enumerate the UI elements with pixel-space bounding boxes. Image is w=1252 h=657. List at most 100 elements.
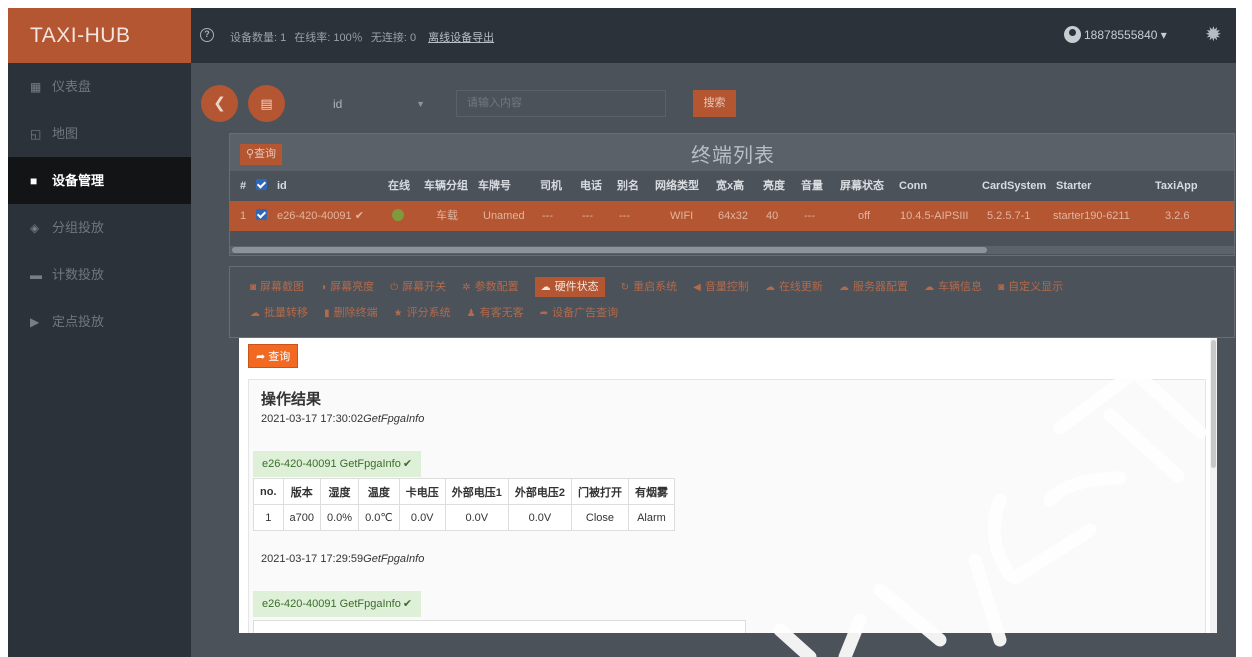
action-label: 屏幕亮度 <box>330 281 375 293</box>
scrollbar-thumb[interactable] <box>1211 340 1216 468</box>
column-header-driver[interactable]: 司机 <box>540 171 562 201</box>
server-icon: ☁ <box>839 282 849 293</box>
cell-resolution: 64x32 <box>718 210 748 222</box>
rating-system-button[interactable]: ★ 评分系统 <box>394 303 451 323</box>
search-button[interactable]: 搜索 <box>693 90 736 117</box>
sidebar-item-label: 定点投放 <box>52 314 105 329</box>
terminal-list-title: 终端列表 <box>691 145 775 167</box>
play-icon: ▶ <box>30 315 40 329</box>
gear-icon[interactable]: ✹ <box>1205 22 1222 47</box>
group-icon: ◈ <box>30 221 40 235</box>
device-ad-query-button[interactable]: ➦ 设备广告查询 <box>540 303 618 323</box>
cell-humidity: 0.0% <box>319 504 360 531</box>
sidebar: ▦ 仪表盘 ◱ 地图 ■ 设备管理 ◈ 分组投放 ▬ 计数投放 ▶ 定点投放 <box>8 63 191 657</box>
vertical-scrollbar[interactable] <box>1210 338 1217 633</box>
sidebar-item-fixed-point-delivery[interactable]: ▶ 定点投放 <box>8 298 191 345</box>
cell-phone: --- <box>582 210 593 222</box>
main-content: ❮ ▤ id ▼ 请输入内容 搜索 ⚲查询 终端列表 # id 在线 车辆分组 … <box>191 63 1236 657</box>
column-header-plate[interactable]: 车牌号 <box>478 171 511 201</box>
search-input[interactable]: 请输入内容 <box>456 90 666 117</box>
column-header-vehicle-group[interactable]: 车辆分组 <box>424 171 468 201</box>
volume-control-button[interactable]: ◀ 音量控制 <box>693 277 749 297</box>
screenshot-button[interactable]: ◙ 屏幕截图 <box>250 277 304 297</box>
help-icon[interactable]: ? <box>200 28 214 42</box>
table-row[interactable]: 1 e26-420-40091 ✔ 车载 Unamed --- --- --- … <box>230 201 1234 231</box>
result-timestamp: 2021-03-17 17:30:02GetFpgaInfo <box>261 413 424 425</box>
sidebar-item-label: 分组投放 <box>52 220 105 235</box>
timestamp-command: GetFpgaInfo <box>363 413 425 425</box>
cell-id[interactable]: e26-420-40091 ✔ <box>277 201 364 231</box>
vehicle-info-icon: ☁ <box>924 282 935 293</box>
cell-door-opened: Close <box>570 504 629 531</box>
column-header-screen-status[interactable]: 屏幕状态 <box>840 171 884 201</box>
cell-plate: Unamed <box>483 210 525 222</box>
delete-terminal-button[interactable]: ▮ 删除终端 <box>324 303 378 323</box>
column-header-cardsystem[interactable]: CardSystem <box>982 171 1046 201</box>
batch-transfer-button[interactable]: ☁ 批量转移 <box>250 303 308 323</box>
column-header-volume[interactable]: 音量 <box>801 171 823 201</box>
column-header-conn[interactable]: Conn <box>899 171 927 201</box>
share-icon: ➦ <box>256 351 266 363</box>
column-header-taxiapp[interactable]: TaxiApp <box>1155 171 1198 201</box>
column-header-humidity: 湿度 <box>319 478 360 505</box>
sidebar-item-label: 仪表盘 <box>52 79 92 94</box>
column-header-resolution[interactable]: 宽x高 <box>716 171 744 201</box>
action-label: 批量转移 <box>264 307 308 319</box>
reboot-system-button[interactable]: ↻ 重启系统 <box>621 277 677 297</box>
custom-display-button[interactable]: ◙ 自定义显示 <box>998 277 1063 297</box>
scrollbar-thumb[interactable] <box>232 247 987 253</box>
result-title: 操作结果 <box>261 391 322 408</box>
sidebar-item-dashboard[interactable]: ▦ 仪表盘 <box>8 63 191 110</box>
screen-power-button[interactable]: ⏻ 屏幕开关 <box>390 277 446 297</box>
row-checkbox[interactable] <box>256 201 267 231</box>
cloud-icon: ☁ <box>540 282 551 293</box>
check-icon: ✔ <box>402 458 413 470</box>
sidebar-item-map[interactable]: ◱ 地图 <box>8 110 191 157</box>
search-field-select[interactable]: id ▼ <box>323 91 435 117</box>
app-title[interactable]: TAXI-HUB <box>8 8 191 63</box>
param-config-button[interactable]: ✲ 参数配置 <box>462 277 518 297</box>
column-header-brightness[interactable]: 亮度 <box>763 171 785 201</box>
user-menu[interactable]: 18878555840 ▾ <box>1064 26 1167 43</box>
count-icon: ▬ <box>30 268 42 282</box>
terminal-table-header: # id 在线 车辆分组 车牌号 司机 电话 别名 网络类型 宽x高 亮度 音量… <box>230 171 1234 201</box>
vehicle-info-button[interactable]: ☁ 车辆信息 <box>924 277 982 297</box>
cell-temperature: 0.0℃ <box>358 504 400 531</box>
cell-alias: --- <box>619 210 630 222</box>
column-header-phone[interactable]: 电话 <box>580 171 602 201</box>
camera-icon: ◙ <box>250 282 257 293</box>
timestamp-command: GetFpgaInfo <box>363 553 425 565</box>
check-icon: ✔ <box>354 210 364 222</box>
horizontal-scrollbar[interactable] <box>230 246 1234 254</box>
select-all-checkbox[interactable] <box>256 171 267 201</box>
timestamp-time: 2021-03-17 17:30:02 <box>261 413 364 425</box>
offline-export-link[interactable]: 离线设备导出 <box>428 32 494 44</box>
screen-brightness-button[interactable]: ◑ 屏幕亮度 <box>320 277 374 297</box>
server-config-button[interactable]: ☁ 服务器配置 <box>839 277 908 297</box>
online-update-button[interactable]: ☁ 在线更新 <box>765 277 823 297</box>
passenger-status-button[interactable]: ♟ 有客无客 <box>467 303 524 323</box>
column-header-alias[interactable]: 别名 <box>617 171 639 201</box>
table-header-row: no. 版本 湿度 温度 卡电压 外部电压1 外部电压2 门被打开 有烟雾 <box>253 478 675 505</box>
column-header-external-voltage-2: 外部电压2 <box>507 478 572 505</box>
sidebar-item-device-management[interactable]: ■ 设备管理 <box>8 157 191 204</box>
result-query-button[interactable]: ➦ 查询 <box>248 344 299 368</box>
column-header-starter[interactable]: Starter <box>1056 171 1091 201</box>
column-header-version: 版本 <box>282 478 321 505</box>
cell-network-type: WIFI <box>670 210 694 222</box>
sidebar-item-group-delivery[interactable]: ◈ 分组投放 <box>8 204 191 251</box>
app-window: TAXI-HUB ? 设备数量: 1 在线率: 100％ 无连接: 0 离线设备… <box>8 8 1236 657</box>
column-header-online[interactable]: 在线 <box>388 171 410 201</box>
hardware-status-button[interactable]: ☁ 硬件状态 <box>534 277 605 297</box>
list-view-button[interactable]: ▤ <box>248 85 285 122</box>
column-header-id[interactable]: id <box>277 171 287 201</box>
back-button[interactable]: ❮ <box>201 85 238 122</box>
device-label-text: e26-420-40091 GetFpgaInfo <box>262 598 401 610</box>
table-row: 1 a700 0.0% 0.0℃ 0.0V 0.0V 0.0V Close Al… <box>253 504 675 531</box>
sidebar-item-count-delivery[interactable]: ▬ 计数投放 <box>8 251 191 298</box>
action-label: 评分系统 <box>406 307 451 319</box>
map-icon: ◱ <box>30 127 42 141</box>
column-header-network-type[interactable]: 网络类型 <box>655 171 699 201</box>
action-label: 有客无客 <box>479 307 524 319</box>
sidebar-item-label: 设备管理 <box>52 173 105 188</box>
